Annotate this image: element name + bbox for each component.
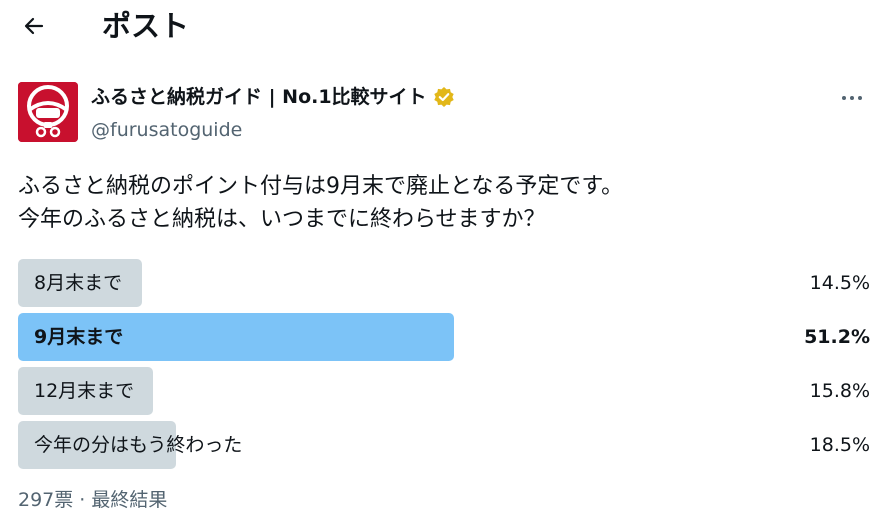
tweet-line: ふるさと納税のポイント付与は9月末で廃止となる予定です。	[18, 174, 624, 199]
poll-option-percent: 51.2%	[804, 326, 870, 348]
more-dot-icon	[842, 96, 846, 100]
poll-option-label: 12月末まで	[34, 380, 135, 402]
more-options-button[interactable]	[834, 84, 870, 112]
poll: 8月末まで 14.5% 9月末まで 51.2% 12月末まで 15.8% 今年の…	[18, 259, 870, 475]
author-block: ふるさと納税ガイド | No.1比較サイト @furusatoguide	[18, 82, 870, 144]
author-handle[interactable]: @furusatoguide	[91, 118, 242, 142]
poll-meta: 297票 · 最終結果	[18, 489, 168, 511]
verified-badge-icon[interactable]	[433, 86, 455, 108]
top-bar: ポスト	[0, 0, 888, 56]
poll-option-percent: 15.8%	[809, 380, 870, 402]
more-dot-icon	[850, 96, 854, 100]
poll-option-label: 今年の分はもう終わった	[34, 434, 243, 456]
poll-option-label: 9月末まで	[34, 326, 124, 348]
more-dot-icon	[858, 96, 862, 100]
poll-option-label: 8月末まで	[34, 272, 123, 294]
back-button[interactable]	[14, 8, 54, 44]
poll-option-winner: 9月末まで 51.2%	[18, 313, 870, 361]
brand-logo-icon	[18, 82, 78, 142]
arrow-left-icon	[24, 17, 44, 35]
page-title: ポスト	[102, 9, 190, 43]
poll-option: 今年の分はもう終わった 18.5%	[18, 421, 870, 469]
author-name-text: ふるさと納税ガイド | No.1比較サイト	[91, 86, 427, 108]
poll-option-percent: 18.5%	[809, 434, 870, 456]
tweet-text: ふるさと納税のポイント付与は9月末で廃止となる予定です。 今年のふるさと納税は、…	[18, 170, 868, 236]
poll-option: 12月末まで 15.8%	[18, 367, 870, 415]
poll-option: 8月末まで 14.5%	[18, 259, 870, 307]
author-name[interactable]: ふるさと納税ガイド | No.1比較サイト	[91, 84, 455, 110]
poll-option-percent: 14.5%	[809, 272, 870, 294]
tweet-line: 今年のふるさと納税は、いつまでに終わらせますか？	[18, 207, 546, 232]
avatar[interactable]	[18, 82, 78, 142]
